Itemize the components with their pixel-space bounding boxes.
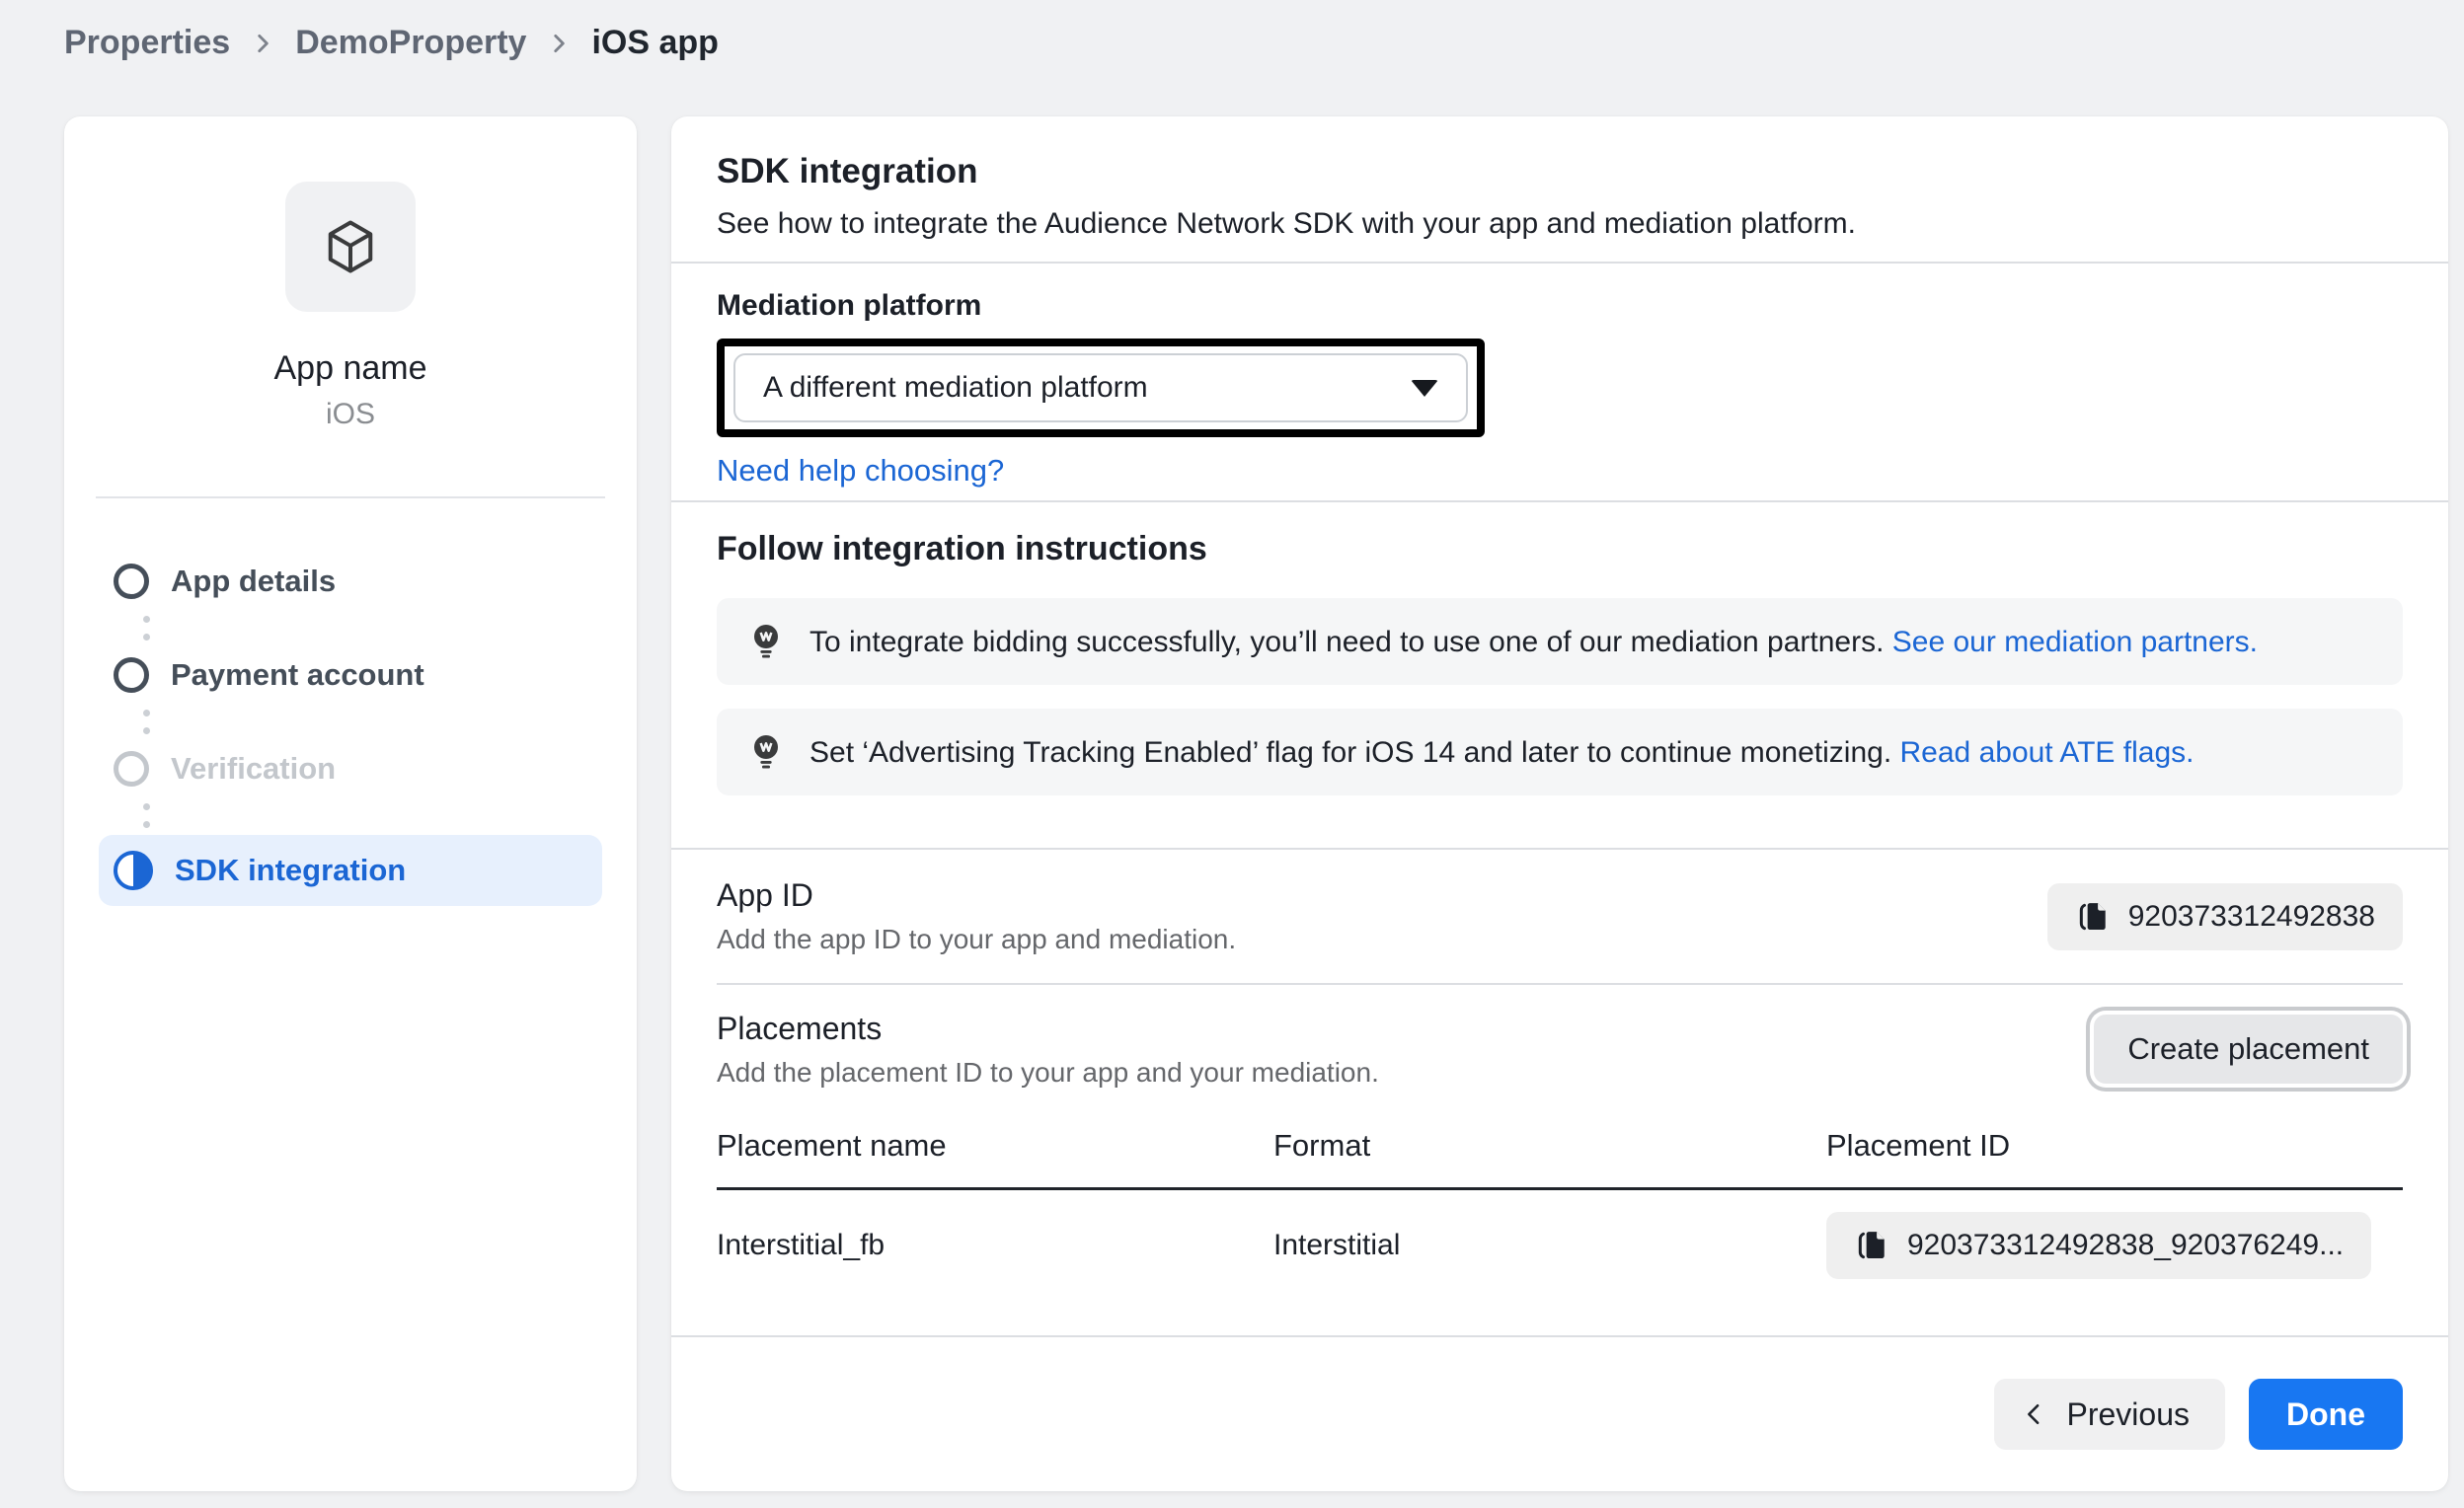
column-header-placement-name: Placement name: [717, 1114, 1273, 1189]
mediation-platform-section: Mediation platform A different mediation…: [671, 264, 2448, 500]
placement-id-value: 920373312492838_920376249...: [1907, 1229, 2344, 1262]
step-connector: [143, 616, 602, 641]
copy-placement-id-button[interactable]: 920373312492838_920376249...: [1826, 1212, 2371, 1279]
app-wizard-sidebar: App name iOS App details Payment account…: [64, 116, 637, 1491]
step-connector: [143, 803, 602, 828]
mediation-platform-select[interactable]: A different mediation platform: [733, 353, 1468, 422]
copy-app-id-button[interactable]: 920373312492838: [2047, 883, 2403, 950]
app-icon-tile: [285, 182, 416, 312]
chevron-left-icon: [2020, 1399, 2049, 1429]
previous-button[interactable]: Previous: [1994, 1379, 2226, 1450]
see-mediation-partners-link[interactable]: See our mediation partners.: [1892, 626, 2258, 658]
placement-format-cell: Interstitial: [1273, 1189, 1826, 1306]
step-circle-icon: [114, 564, 149, 599]
done-button[interactable]: Done: [2249, 1379, 2403, 1450]
tip-body: Set ‘Advertising Tracking Enabled’ flag …: [809, 736, 1891, 769]
wizard-steps: App details Payment account Verification…: [99, 554, 602, 906]
step-circle-icon: [114, 657, 149, 693]
step-label: SDK integration: [175, 853, 406, 888]
cube-icon: [319, 215, 382, 278]
placements-title: Placements: [717, 1011, 1379, 1047]
mediation-platform-label: Mediation platform: [717, 289, 2403, 323]
placement-name-cell: Interstitial_fb: [717, 1189, 1273, 1306]
placements-table: Placement name Format Placement ID Inter…: [717, 1114, 2403, 1305]
placements-description: Add the placement ID to your app and you…: [717, 1057, 1379, 1089]
tip-body: To integrate bidding successfully, you’l…: [809, 626, 1884, 658]
sidebar-divider: [96, 496, 605, 498]
chevron-right-icon: [546, 31, 572, 56]
app-id-title: App ID: [717, 877, 1236, 914]
step-verification: Verification: [99, 741, 602, 796]
step-label: Payment account: [171, 657, 424, 693]
placement-id-cell: 920373312492838_920376249...: [1826, 1189, 2403, 1306]
panel-title: SDK integration: [717, 152, 2403, 191]
panel-header: SDK integration See how to integrate the…: [671, 116, 2448, 262]
half-progress-circle-icon: [114, 851, 153, 890]
chevron-right-icon: [250, 31, 275, 56]
breadcrumb-demoproperty[interactable]: DemoProperty: [295, 24, 526, 62]
step-label: Verification: [171, 751, 336, 787]
tip-mediation-partners: To integrate bidding successfully, you’l…: [717, 598, 2403, 685]
app-platform: iOS: [326, 398, 375, 431]
page: Properties DemoProperty iOS app App name…: [0, 0, 2464, 1508]
integration-instructions-section: Follow integration instructions To integ…: [671, 502, 2448, 848]
table-row: Interstitial_fb Interstitial 92037331249…: [717, 1189, 2403, 1306]
app-id-text-block: App ID Add the app ID to your app and me…: [717, 877, 1236, 955]
app-name: App name: [274, 349, 427, 388]
app-id-description: Add the app ID to your app and mediation…: [717, 924, 1236, 955]
copy-icon: [2075, 898, 2113, 936]
step-app-details[interactable]: App details: [99, 554, 602, 609]
annotation-highlight-box: A different mediation platform: [717, 339, 1485, 437]
read-about-ate-flags-link[interactable]: Read about ATE flags.: [1900, 736, 2194, 769]
step-payment-account[interactable]: Payment account: [99, 647, 602, 703]
copy-icon: [1854, 1227, 1891, 1264]
app-id-section: App ID Add the app ID to your app and me…: [671, 850, 2448, 983]
breadcrumb-current-ios-app: iOS app: [591, 24, 718, 62]
lightbulb-icon: [746, 622, 786, 661]
step-label: App details: [171, 564, 336, 599]
column-header-placement-id: Placement ID: [1826, 1114, 2403, 1189]
lightbulb-icon: [746, 732, 786, 772]
step-connector: [143, 710, 602, 734]
step-circle-icon: [114, 751, 149, 787]
tip-text: To integrate bidding successfully, you’l…: [809, 623, 2258, 661]
app-id-value: 920373312492838: [2128, 900, 2375, 934]
table-header-row: Placement name Format Placement ID: [717, 1114, 2403, 1189]
tip-ate-flag: Set ‘Advertising Tracking Enabled’ flag …: [717, 709, 2403, 795]
placements-section: Placements Add the placement ID to your …: [671, 985, 2448, 1335]
placements-text-block: Placements Add the placement ID to your …: [717, 1011, 1379, 1089]
create-placement-button[interactable]: Create placement: [2094, 1015, 2403, 1084]
mediation-platform-selected-value: A different mediation platform: [763, 371, 1148, 405]
need-help-choosing-link[interactable]: Need help choosing?: [717, 453, 1004, 489]
step-sdk-integration[interactable]: SDK integration: [99, 835, 602, 906]
instructions-title: Follow integration instructions: [717, 530, 2403, 568]
panel-subtitle: See how to integrate the Audience Networ…: [717, 207, 2403, 241]
sdk-integration-panel: SDK integration See how to integrate the…: [671, 116, 2448, 1491]
column-header-format: Format: [1273, 1114, 1826, 1189]
breadcrumb-properties[interactable]: Properties: [64, 24, 230, 62]
app-summary: App name iOS: [64, 116, 637, 431]
breadcrumb: Properties DemoProperty iOS app: [64, 24, 719, 62]
caret-down-icon: [1411, 380, 1438, 397]
previous-button-label: Previous: [2067, 1396, 2191, 1433]
panel-footer: Previous Done: [671, 1337, 2448, 1491]
placements-header: Placements Add the placement ID to your …: [717, 1011, 2403, 1089]
tip-text: Set ‘Advertising Tracking Enabled’ flag …: [809, 733, 2194, 772]
